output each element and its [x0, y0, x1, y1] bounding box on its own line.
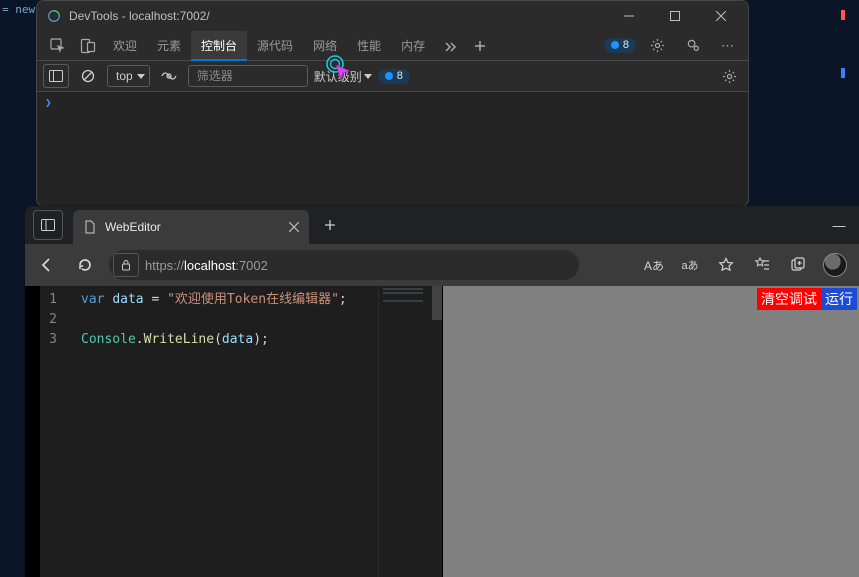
code-line	[81, 310, 378, 330]
window-minimize-button[interactable]: ―	[825, 211, 853, 239]
feedback-icon[interactable]	[678, 31, 708, 61]
tab-actions-icon[interactable]	[33, 210, 63, 240]
tab-memory[interactable]: 内存	[391, 31, 435, 61]
background-marker-red	[841, 10, 845, 20]
clear-debug-button[interactable]: 清空调试	[757, 288, 821, 310]
chevron-down-icon	[137, 74, 145, 79]
code-line: Console.WriteLine(data);	[81, 330, 378, 350]
site-info-lock-icon[interactable]	[113, 253, 139, 277]
browser-tab[interactable]: WebEditor	[73, 210, 309, 244]
context-label: top	[116, 69, 133, 83]
scrollbar-thumb[interactable]	[432, 286, 442, 320]
url-port: :7002	[235, 258, 268, 273]
url-host: localhost	[184, 258, 235, 273]
devtools-title: DevTools - localhost:7002/	[69, 9, 210, 23]
reader-mode-icon[interactable]: Aあ	[643, 254, 665, 276]
tab-sources[interactable]: 源代码	[247, 31, 303, 61]
clear-console-icon[interactable]	[75, 64, 101, 88]
tabs-overflow-chevron-icon[interactable]	[435, 31, 465, 61]
devtools-icon	[47, 9, 61, 23]
console-settings-gear-icon[interactable]	[716, 64, 742, 88]
profile-avatar[interactable]	[823, 253, 847, 277]
output-panel: 清空调试 运行	[443, 286, 859, 577]
page-viewport: 1 2 3 var data = "欢迎使用Token在线编辑器"; Conso…	[25, 286, 859, 577]
tab-elements[interactable]: 元素	[147, 31, 191, 61]
window-maximize-button[interactable]	[652, 1, 698, 31]
translate-icon[interactable]: aあ	[679, 254, 701, 276]
devtools-tabstrip: 欢迎 元素 控制台 源代码 网络 性能 内存 8 ⋯	[37, 31, 748, 61]
back-button[interactable]	[33, 251, 61, 279]
tab-title: WebEditor	[105, 220, 161, 234]
inspect-element-icon[interactable]	[43, 31, 73, 61]
url-text: https://localhost:7002	[145, 258, 268, 273]
device-toolbar-icon[interactable]	[73, 31, 103, 61]
tab-console[interactable]: 控制台	[191, 31, 247, 61]
background-marker-blue	[841, 68, 845, 78]
collections-icon[interactable]	[787, 254, 809, 276]
more-menu-icon[interactable]: ⋯	[714, 38, 742, 54]
code-editor[interactable]: 1 2 3 var data = "欢迎使用Token在线编辑器"; Conso…	[25, 286, 443, 577]
refresh-button[interactable]	[71, 251, 99, 279]
line-number: 3	[40, 330, 57, 350]
new-tab-button[interactable]	[315, 210, 345, 240]
console-output[interactable]: ❯	[37, 92, 748, 206]
browser-toolbar: https://localhost:7002 Aあ aあ	[25, 244, 859, 286]
tab-welcome[interactable]: 欢迎	[103, 31, 147, 61]
tab-network[interactable]: 网络	[303, 31, 347, 61]
live-expression-icon[interactable]	[156, 64, 182, 88]
toolbar-issues-badge[interactable]: 8	[378, 69, 410, 84]
chevron-down-icon	[364, 74, 372, 79]
close-tab-icon[interactable]	[289, 222, 299, 232]
window-close-button[interactable]	[698, 1, 744, 31]
context-selector[interactable]: top	[107, 65, 150, 87]
browser-tabstrip: WebEditor ―	[25, 206, 859, 244]
browser-window: WebEditor ― https://localhost:7002	[25, 206, 859, 577]
console-prompt[interactable]: ❯	[37, 92, 748, 113]
background-code-fragment: = new	[2, 3, 35, 16]
favorites-bar-icon[interactable]	[751, 254, 773, 276]
line-number: 1	[40, 290, 57, 310]
run-button[interactable]: 运行	[821, 288, 857, 310]
log-level-label: 默认级别	[314, 68, 362, 85]
editor-scrollbar[interactable]	[432, 286, 442, 577]
log-level-selector[interactable]: 默认级别	[314, 68, 372, 85]
window-minimize-button[interactable]	[606, 1, 652, 31]
console-toolbar: top 默认级别 8	[37, 61, 748, 92]
favorites-star-icon[interactable]	[715, 254, 737, 276]
line-gutter: 1 2 3	[25, 286, 69, 577]
line-number: 2	[40, 310, 57, 330]
code-line: var data = "欢迎使用Token在线编辑器";	[81, 290, 378, 310]
code-content[interactable]: var data = "欢迎使用Token在线编辑器"; Console.Wri…	[69, 286, 378, 577]
issues-badge[interactable]: 8	[604, 38, 636, 53]
filter-input[interactable]	[188, 65, 308, 87]
editor-minimap[interactable]	[378, 286, 432, 577]
settings-gear-icon[interactable]	[642, 31, 672, 61]
tab-performance[interactable]: 性能	[347, 31, 391, 61]
url-scheme: https://	[145, 258, 184, 273]
address-bar[interactable]: https://localhost:7002	[109, 250, 579, 280]
minimap-content	[383, 288, 423, 290]
devtools-window: DevTools - localhost:7002/ 欢迎 元素 控制台 源代码…	[36, 0, 749, 207]
devtools-titlebar[interactable]: DevTools - localhost:7002/	[37, 1, 748, 31]
add-tab-icon[interactable]	[465, 31, 495, 61]
page-icon	[83, 220, 97, 234]
toggle-sidebar-icon[interactable]	[43, 64, 69, 88]
